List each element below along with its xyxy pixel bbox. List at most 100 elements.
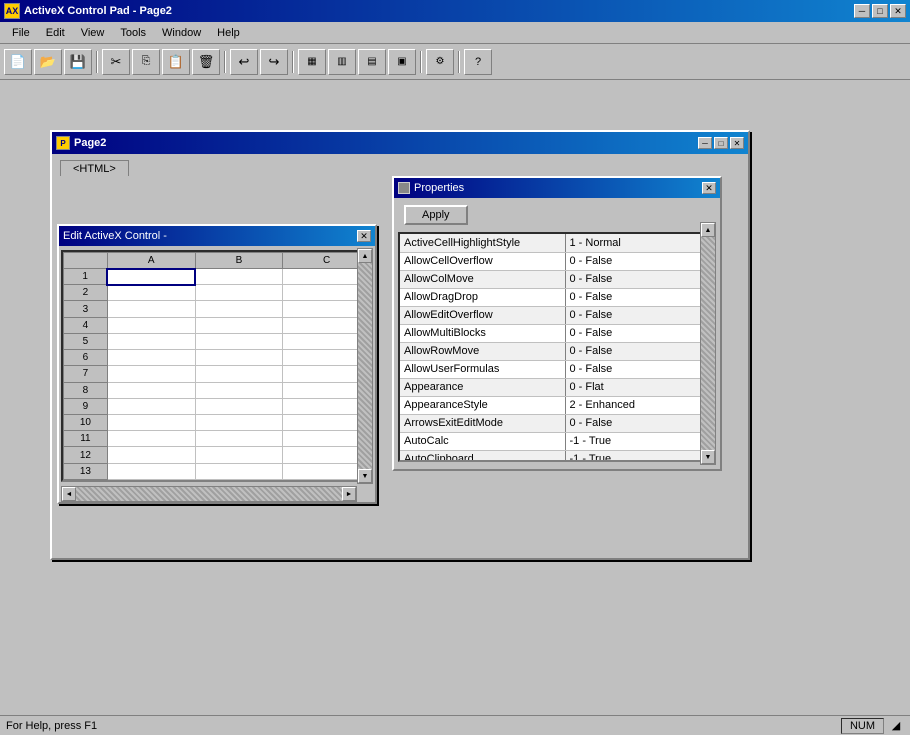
menu-file[interactable]: File: [4, 25, 38, 41]
cell-b4[interactable]: [195, 317, 283, 333]
row-num-12: 12: [64, 447, 108, 463]
page2-close-button[interactable]: ✕: [730, 137, 744, 149]
toolbar-paste[interactable]: 📋: [162, 49, 190, 75]
cell-a2[interactable]: [107, 285, 195, 301]
property-value[interactable]: 0 - False: [565, 324, 700, 342]
toolbar-undo[interactable]: ↩: [230, 49, 258, 75]
cell-a10[interactable]: [107, 414, 195, 430]
toolbar-insert4[interactable]: ▣: [388, 49, 416, 75]
menu-window[interactable]: Window: [154, 25, 209, 41]
properties-scrollbar[interactable]: ▲ ▼: [700, 222, 716, 465]
property-value[interactable]: 0 - False: [565, 360, 700, 378]
toolbar-sep1: [96, 51, 98, 73]
toolbar-delete[interactable]: 🗑: [192, 49, 220, 75]
row-num-6: 6: [64, 350, 108, 366]
props-scroll-up-button[interactable]: ▲: [701, 223, 715, 237]
table-row: Appearance0 - Flat: [400, 378, 700, 396]
row-num-11: 11: [64, 431, 108, 447]
properties-close-button[interactable]: ✕: [702, 182, 716, 194]
cell-b7[interactable]: [195, 366, 283, 382]
cell-b10[interactable]: [195, 414, 283, 430]
toolbar-insert1[interactable]: ▦: [298, 49, 326, 75]
cell-b12[interactable]: [195, 447, 283, 463]
menu-edit[interactable]: Edit: [38, 25, 73, 41]
property-value[interactable]: 0 - False: [565, 288, 700, 306]
app-close-button[interactable]: ✕: [890, 4, 906, 18]
table-row: 2: [64, 285, 371, 301]
property-value[interactable]: 0 - False: [565, 306, 700, 324]
property-value[interactable]: 2 - Enhanced: [565, 396, 700, 414]
page2-minimize-button[interactable]: ─: [698, 137, 712, 149]
scroll-left-button[interactable]: ◄: [62, 487, 76, 501]
cell-b2[interactable]: [195, 285, 283, 301]
table-row: 11: [64, 431, 371, 447]
menu-view[interactable]: View: [73, 25, 113, 41]
toolbar-cut[interactable]: ✂: [102, 49, 130, 75]
toolbar-copy[interactable]: ⎘: [132, 49, 160, 75]
table-row: AutoCalc-1 - True: [400, 432, 700, 450]
page2-maximize-button[interactable]: □: [714, 137, 728, 149]
grid-corner-header: [64, 253, 108, 269]
toolbar-insert2[interactable]: ▥: [328, 49, 356, 75]
edit-activex-close-button[interactable]: ✕: [357, 230, 371, 242]
cell-b3[interactable]: [195, 301, 283, 317]
props-scroll-track[interactable]: [701, 237, 715, 450]
toolbar-script[interactable]: ⚙: [426, 49, 454, 75]
cell-a13[interactable]: [107, 463, 195, 479]
app-titlebar: AX ActiveX Control Pad - Page2 ─ □ ✕: [0, 0, 910, 22]
table-row: 13: [64, 463, 371, 479]
row-num-3: 3: [64, 301, 108, 317]
tab-html[interactable]: <HTML>: [60, 160, 129, 177]
cell-a7[interactable]: [107, 366, 195, 382]
menu-help[interactable]: Help: [209, 25, 248, 41]
cell-b9[interactable]: [195, 398, 283, 414]
table-row: AllowRowMove0 - False: [400, 342, 700, 360]
cell-a8[interactable]: [107, 382, 195, 398]
toolbar-new[interactable]: 📄: [4, 49, 32, 75]
property-value[interactable]: -1 - True: [565, 432, 700, 450]
scroll-vertical-track[interactable]: [358, 263, 372, 469]
scroll-horizontal-track[interactable]: [76, 487, 342, 501]
property-value[interactable]: 0 - False: [565, 414, 700, 432]
spreadsheet-scrollbar-horizontal[interactable]: ◄ ►: [61, 486, 357, 502]
property-value[interactable]: 0 - False: [565, 270, 700, 288]
grid-col-a-header: A: [107, 253, 195, 269]
scroll-right-button[interactable]: ►: [342, 487, 356, 501]
toolbar-save[interactable]: 💾: [64, 49, 92, 75]
spreadsheet-scrollbar-vertical[interactable]: ▲ ▼: [357, 248, 373, 484]
toolbar-insert3[interactable]: ▤: [358, 49, 386, 75]
properties-table-container: ActiveCellHighlightStyle1 - NormalAllowC…: [398, 232, 702, 462]
toolbar-sep5: [458, 51, 460, 73]
cell-b8[interactable]: [195, 382, 283, 398]
toolbar-redo[interactable]: ↪: [260, 49, 288, 75]
property-value[interactable]: 0 - False: [565, 252, 700, 270]
property-value[interactable]: 1 - Normal: [565, 234, 700, 252]
toolbar-help[interactable]: ?: [464, 49, 492, 75]
cell-a11[interactable]: [107, 431, 195, 447]
cell-b6[interactable]: [195, 350, 283, 366]
scroll-down-button[interactable]: ▼: [358, 469, 372, 483]
property-value[interactable]: 0 - Flat: [565, 378, 700, 396]
props-scroll-down-button[interactable]: ▼: [701, 450, 715, 464]
app-minimize-button[interactable]: ─: [854, 4, 870, 18]
toolbar-open[interactable]: 📂: [34, 49, 62, 75]
cell-a1[interactable]: [107, 269, 195, 285]
property-value[interactable]: 0 - False: [565, 342, 700, 360]
cell-a9[interactable]: [107, 398, 195, 414]
property-value[interactable]: -1 - True: [565, 450, 700, 462]
app-maximize-button[interactable]: □: [872, 4, 888, 18]
cell-a5[interactable]: [107, 333, 195, 349]
scroll-up-button[interactable]: ▲: [358, 249, 372, 263]
menu-tools[interactable]: Tools: [112, 25, 154, 41]
apply-button[interactable]: Apply: [404, 205, 468, 225]
property-name: AllowDragDrop: [400, 288, 565, 306]
cell-a3[interactable]: [107, 301, 195, 317]
cell-a6[interactable]: [107, 350, 195, 366]
cell-b11[interactable]: [195, 431, 283, 447]
cell-b5[interactable]: [195, 333, 283, 349]
cell-a4[interactable]: [107, 317, 195, 333]
cell-b13[interactable]: [195, 463, 283, 479]
main-area: P Page2 ─ □ ✕ <HTML> Edit ActiveX Contro…: [0, 80, 910, 715]
cell-b1[interactable]: [195, 269, 283, 285]
cell-a12[interactable]: [107, 447, 195, 463]
